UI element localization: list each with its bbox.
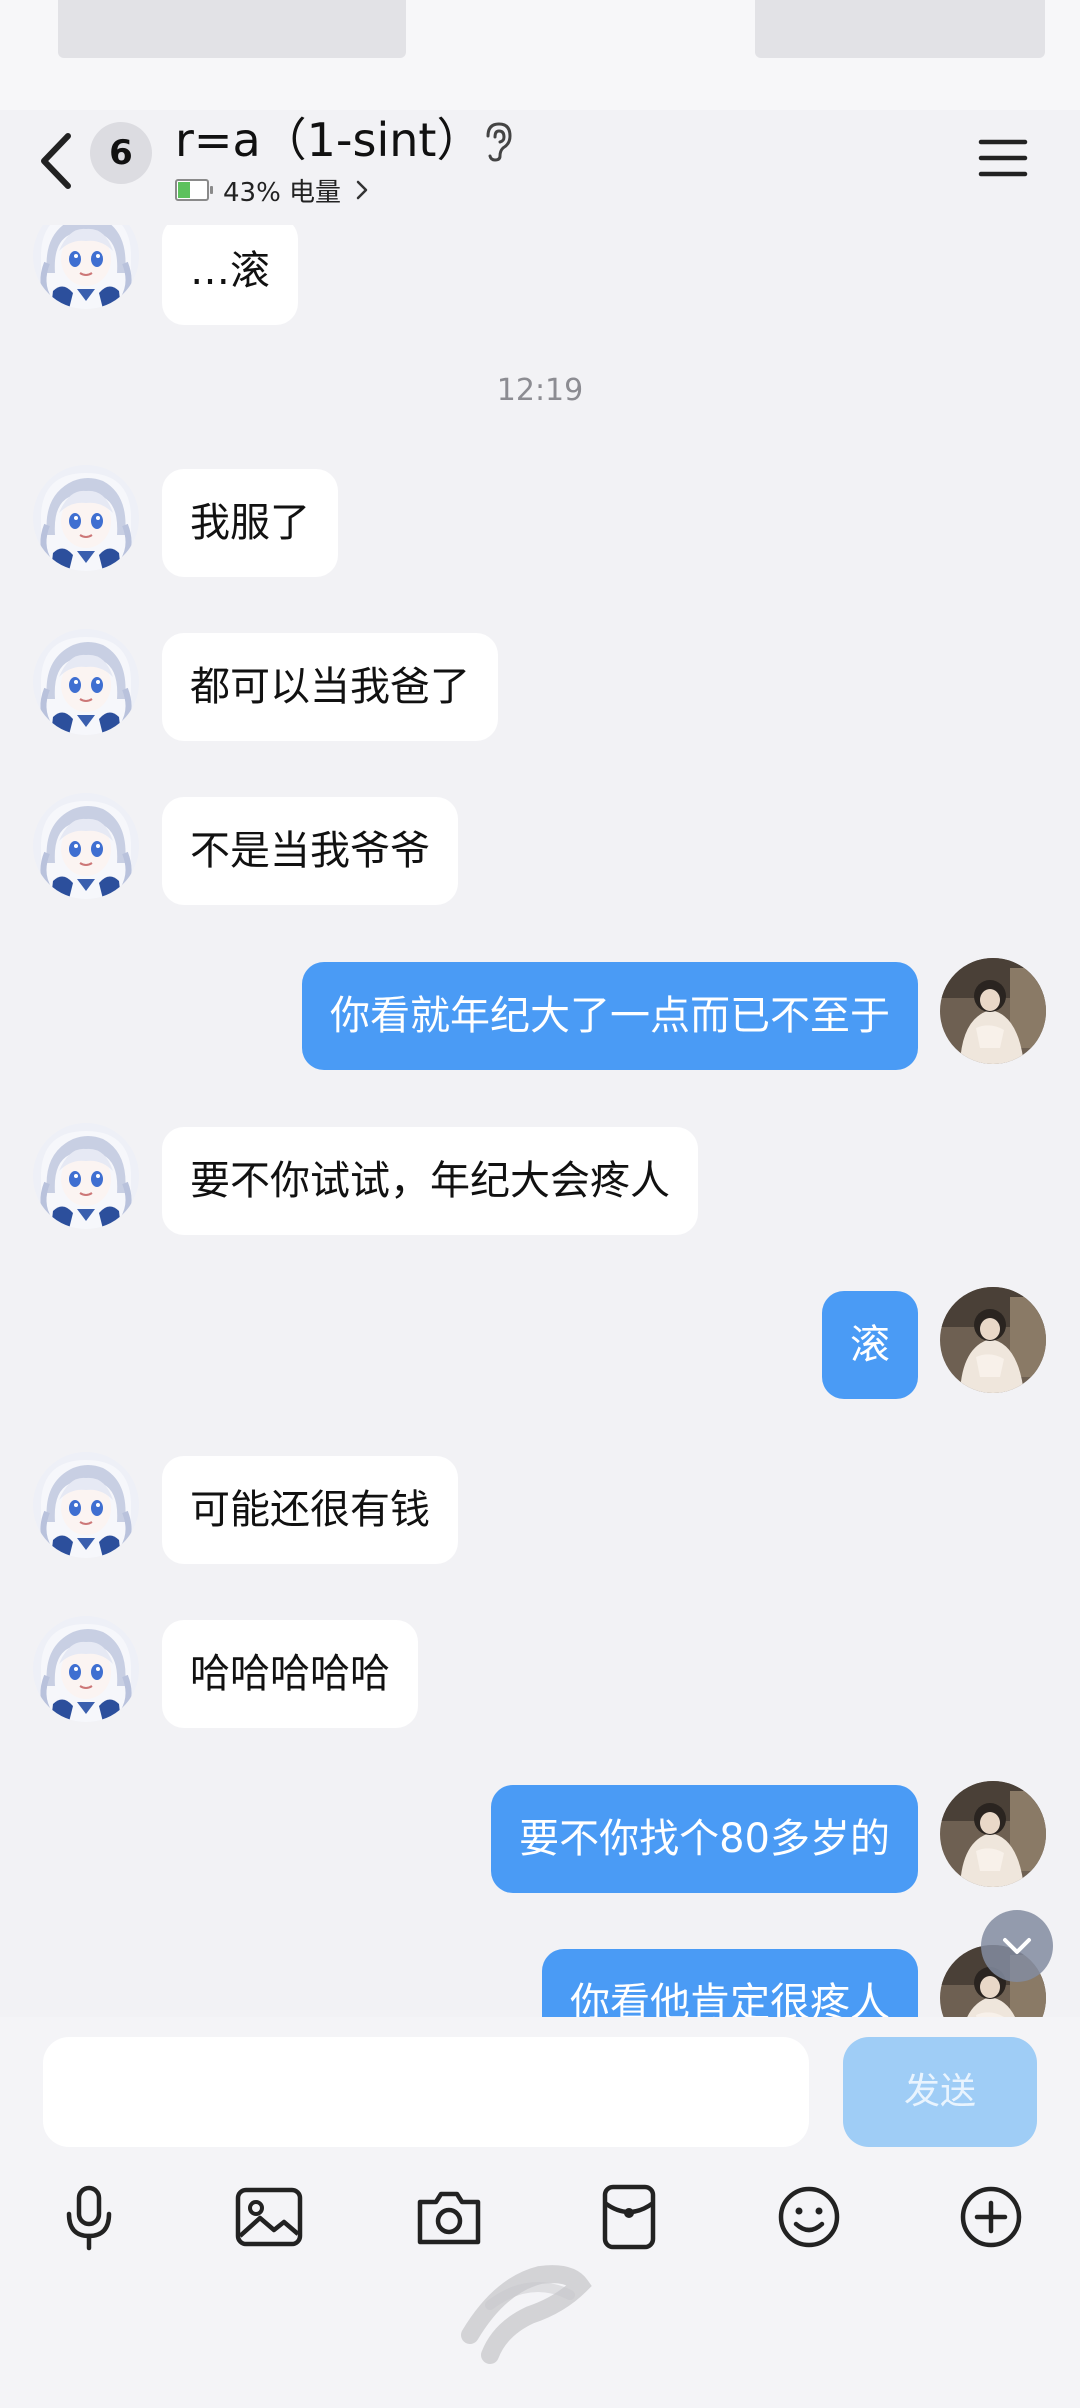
image-icon (235, 2187, 303, 2247)
voice-button[interactable] (44, 2172, 134, 2262)
back-button[interactable] (30, 124, 86, 198)
message-timestamp: 12:19 (496, 373, 584, 408)
incoming-message-bubble[interactable]: 我服了 (162, 469, 338, 577)
unread-count-badge[interactable]: 6 (90, 122, 152, 184)
outgoing-message-bubble[interactable]: 要不你找个80多岁的 (491, 1785, 918, 1893)
scroll-to-bottom-button[interactable] (981, 1910, 1053, 1982)
contact-avatar[interactable] (33, 1123, 139, 1229)
incoming-message-bubble[interactable]: 都可以当我爸了 (162, 633, 498, 741)
outgoing-message-bubble[interactable]: 你看就年纪大了一点而已不至于 (302, 962, 918, 1070)
hamburger-menu-icon (978, 139, 1028, 177)
contact-avatar[interactable] (33, 1616, 139, 1722)
chat-header: 6 r=a（1-sint） 43% 电量 (0, 110, 1080, 225)
more-button[interactable] (946, 2172, 1036, 2262)
user-avatar[interactable] (940, 1781, 1046, 1887)
chevron-right-icon (356, 180, 368, 200)
incoming-message-bubble[interactable]: 不是当我爷爷 (162, 797, 458, 905)
chat-title[interactable]: r=a（1-sint） (175, 110, 482, 170)
contact-avatar[interactable] (33, 225, 139, 309)
menu-button[interactable] (975, 130, 1031, 186)
scribble-mark (461, 2265, 592, 2364)
status-bar (0, 0, 1080, 110)
send-button[interactable]: 发送 (843, 2037, 1037, 2147)
incoming-message-bubble[interactable]: 哈哈哈哈哈 (162, 1620, 418, 1728)
incoming-message-bubble[interactable]: 可能还很有钱 (162, 1456, 458, 1564)
outgoing-message-bubble[interactable]: 滚 (822, 1291, 918, 1399)
chevron-down-icon (1003, 1938, 1031, 1954)
outgoing-message-bubble[interactable]: 你看他肯定很疼人 (542, 1949, 918, 2017)
user-avatar[interactable] (940, 958, 1046, 1064)
incoming-message-bubble[interactable]: 要不你试试，年纪大会疼人 (162, 1127, 698, 1235)
ear-icon[interactable] (478, 118, 518, 164)
message-list[interactable]: …滚 12:19 我服了 都可以当我爸了 不是当我爷爷 你看就年纪大了一点而已不… (0, 225, 1080, 2017)
contact-avatar[interactable] (33, 793, 139, 899)
battery-label: 43% 电量 (223, 177, 342, 208)
gallery-button[interactable] (224, 2172, 314, 2262)
blurred-status-left (58, 0, 406, 58)
battery-level-fill (178, 182, 190, 198)
contact-avatar[interactable] (33, 465, 139, 571)
emoji-button[interactable] (764, 2172, 854, 2262)
red-packet-icon (602, 2184, 656, 2250)
back-chevron-icon (41, 133, 71, 189)
camera-icon (417, 2191, 481, 2245)
plus-icon (960, 2186, 1022, 2248)
microphone-icon (66, 2185, 112, 2251)
battery-status[interactable]: 43% 电量 (175, 170, 369, 210)
blurred-status-right (755, 0, 1045, 58)
user-avatar[interactable] (940, 1287, 1046, 1393)
message-input[interactable] (43, 2037, 809, 2147)
contact-avatar[interactable] (33, 629, 139, 735)
emoji-icon (778, 2186, 840, 2248)
contact-avatar[interactable] (33, 1452, 139, 1558)
battery-icon (175, 179, 213, 201)
incoming-message-bubble[interactable]: …滚 (162, 225, 298, 325)
